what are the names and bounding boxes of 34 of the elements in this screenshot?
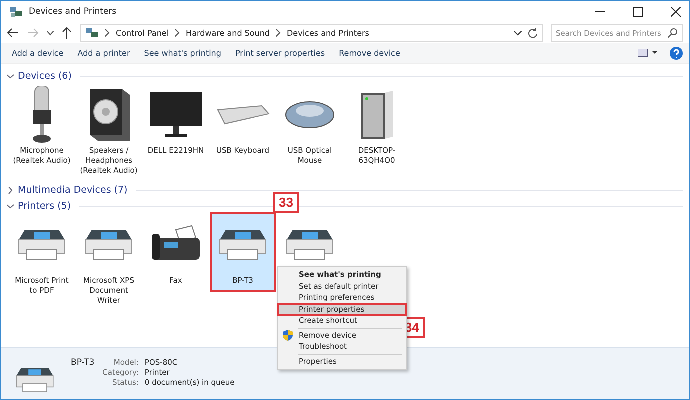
help-icon[interactable] <box>670 46 683 60</box>
step-callout: 33 <box>273 192 300 213</box>
collapsed-chevron-icon[interactable] <box>7 186 14 194</box>
breadcrumb[interactable]: Devices and Printers <box>287 28 370 38</box>
toolbar-button[interactable]: Remove device <box>334 46 406 60</box>
devices-printers-icon <box>85 27 99 39</box>
device-name: BP-T3 <box>71 358 95 368</box>
devices-printers-icon <box>9 6 23 18</box>
up-arrow-icon[interactable] <box>62 27 72 39</box>
chevron-icon <box>276 29 281 37</box>
toolbar-button[interactable]: See what's printing <box>139 46 226 60</box>
refresh-icon[interactable] <box>528 28 538 38</box>
group-header[interactable]: Multimedia Devices (7) <box>18 184 128 196</box>
chevron-icon <box>105 29 110 37</box>
toolbar-button[interactable]: Add a device <box>7 46 69 60</box>
address-bar[interactable]: Control Panel Hardware and Sound Devices and Printers <box>80 24 543 42</box>
group-header[interactable]: Printers (5) <box>18 200 72 212</box>
expanded-chevron-icon[interactable] <box>7 72 14 80</box>
search-icon <box>668 28 678 38</box>
dropdown-caret-icon[interactable] <box>47 30 54 36</box>
breadcrumb[interactable]: Hardware and Sound <box>186 28 270 38</box>
maximize-icon[interactable] <box>633 7 643 17</box>
expanded-chevron-icon[interactable] <box>7 202 14 210</box>
close-icon[interactable] <box>671 7 681 17</box>
dropdown-caret-icon[interactable] <box>514 30 522 36</box>
window-title: Devices and Printers <box>29 7 117 17</box>
view-options-icon[interactable] <box>638 49 658 57</box>
back-arrow-icon[interactable] <box>7 28 19 38</box>
toolbar-button[interactable]: Add a printer <box>72 46 136 60</box>
chevron-icon <box>175 29 180 37</box>
toolbar-button[interactable]: Print server properties <box>230 46 330 60</box>
breadcrumb[interactable]: Control Panel <box>116 28 170 38</box>
printer-icon <box>15 366 55 394</box>
group-header[interactable]: Devices (6) <box>18 70 72 82</box>
